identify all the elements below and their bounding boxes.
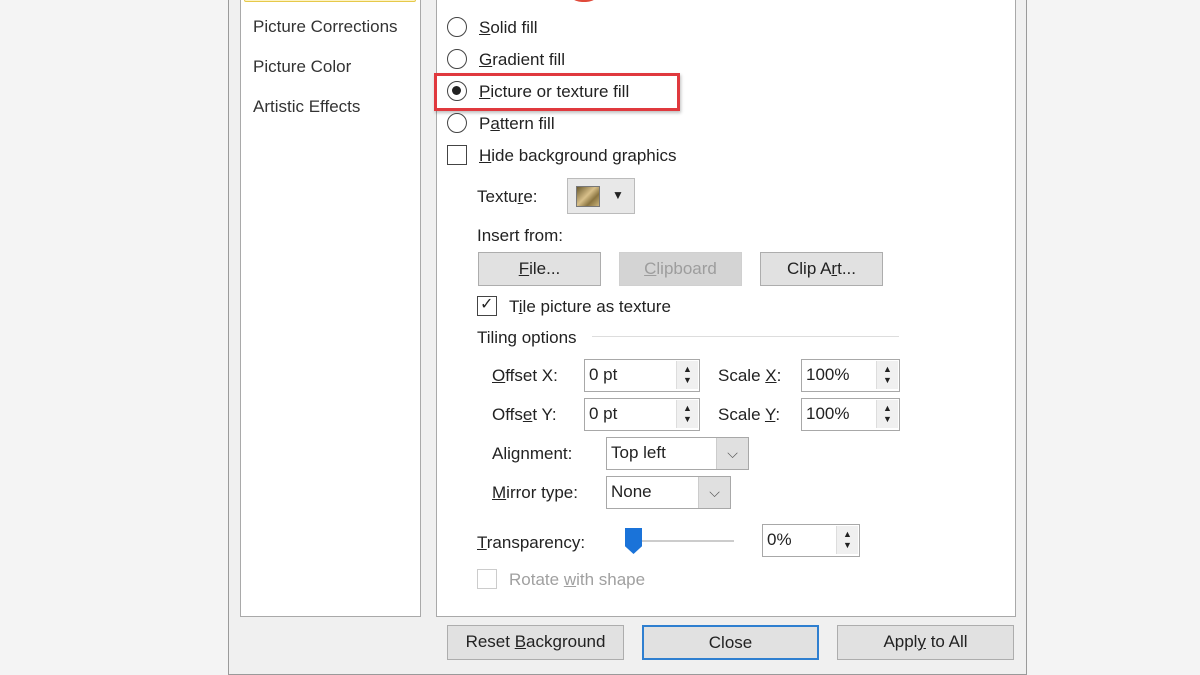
scale-x-input[interactable]: 100% ▲ ▼	[801, 359, 900, 392]
alignment-label: Alignment:	[492, 444, 573, 463]
texture-swatch-icon	[576, 186, 600, 207]
offset-y-label: Offset Y:	[492, 405, 557, 424]
category-picture-color[interactable]: Picture Color	[253, 57, 351, 77]
scale-y-value: 100%	[806, 404, 850, 423]
chevron-down-icon[interactable]: ⌵	[698, 477, 730, 508]
alignment-select[interactable]: Top left ⌵	[606, 437, 749, 470]
transparency-value: 0%	[767, 530, 792, 549]
offset-y-spinner[interactable]: ▲ ▼	[676, 400, 698, 428]
tiling-options-label: Tiling options	[477, 328, 577, 347]
transparency-label: Transparency:	[477, 533, 586, 552]
tile-checkbox[interactable]: ✓	[477, 296, 497, 316]
transparency-input[interactable]: 0% ▲ ▼	[762, 524, 860, 557]
dropdown-arrow-icon: ▼	[612, 188, 624, 202]
mirror-type-select[interactable]: None ⌵	[606, 476, 731, 509]
transparency-slider-track[interactable]	[630, 540, 734, 542]
category-list	[240, 0, 421, 617]
scale-x-label: Scale X:	[718, 366, 782, 385]
scale-y-input[interactable]: 100% ▲ ▼	[801, 398, 900, 431]
insert-from-label: Insert from:	[477, 226, 563, 245]
pattern-fill-radio[interactable]	[447, 113, 467, 133]
chevron-down-icon[interactable]: ⌵	[716, 438, 748, 469]
offset-y-value: 0 pt	[589, 404, 618, 423]
offset-x-spinner[interactable]: ▲ ▼	[676, 361, 698, 389]
offset-x-input[interactable]: 0 pt ▲ ▼	[584, 359, 700, 392]
file-button[interactable]: File...	[478, 252, 601, 286]
pattern-fill-label[interactable]: Pattern fill	[479, 114, 555, 134]
close-button[interactable]: Close	[642, 625, 819, 660]
texture-label: Texture:	[477, 187, 538, 206]
texture-picker[interactable]: ▼	[567, 178, 635, 214]
offset-x-label: Offset X:	[492, 366, 558, 385]
gradient-fill-radio[interactable]	[447, 49, 467, 69]
rotate-with-shape-checkbox	[477, 569, 497, 589]
scale-y-label: Scale Y:	[718, 405, 781, 424]
clipboard-button: Clipboard	[619, 252, 742, 286]
mirror-type-label: Mirror type:	[492, 483, 578, 502]
gradient-fill-label[interactable]: Gradient fill	[479, 50, 565, 70]
scale-y-spinner[interactable]: ▲ ▼	[876, 400, 898, 428]
solid-fill-radio[interactable]	[447, 17, 467, 37]
tile-label[interactable]: Tile picture as texture	[509, 297, 671, 317]
reset-background-button[interactable]: Reset Background	[447, 625, 624, 660]
rotate-with-shape-label: Rotate with shape	[509, 570, 646, 589]
scale-x-value: 100%	[806, 365, 850, 384]
scale-x-spinner[interactable]: ▲ ▼	[876, 361, 898, 389]
mirror-type-value: None	[611, 482, 652, 501]
category-artistic-effects[interactable]: Artistic Effects	[253, 97, 360, 117]
divider	[592, 336, 899, 337]
alignment-value: Top left	[611, 443, 666, 462]
hide-background-checkbox[interactable]	[447, 145, 467, 165]
offset-x-value: 0 pt	[589, 365, 618, 384]
solid-fill-label[interactable]: Solid fill	[479, 18, 538, 38]
clip-art-button[interactable]: Clip Art...	[760, 252, 883, 286]
checkmark-icon: ✓	[480, 296, 494, 313]
apply-to-all-button[interactable]: Apply to All	[837, 625, 1014, 660]
category-item-selected[interactable]	[244, 0, 416, 2]
highlight-box	[434, 73, 680, 111]
hide-background-label[interactable]: Hide background graphics	[479, 146, 677, 166]
transparency-spinner[interactable]: ▲ ▼	[836, 526, 858, 554]
offset-y-input[interactable]: 0 pt ▲ ▼	[584, 398, 700, 431]
category-picture-corrections[interactable]: Picture Corrections	[253, 17, 398, 37]
